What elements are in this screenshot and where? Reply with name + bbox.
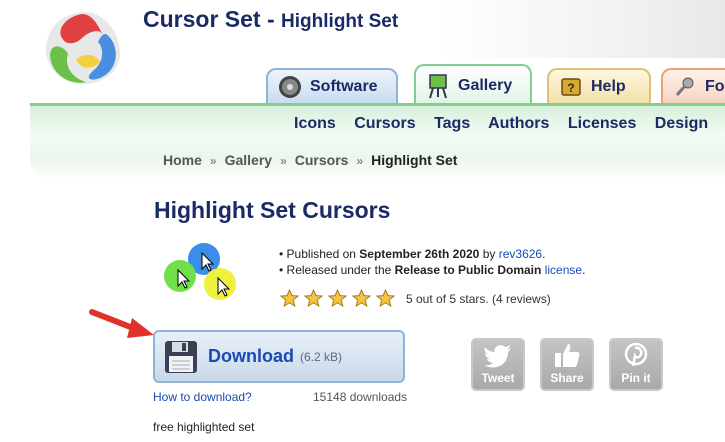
pinterest-icon bbox=[624, 342, 648, 367]
floppy-disk-icon bbox=[165, 340, 197, 373]
published-period: . bbox=[542, 247, 546, 261]
nav-link-licenses[interactable]: Licenses bbox=[568, 115, 636, 132]
breadcrumb-separator-icon: » bbox=[280, 154, 287, 168]
tab-help[interactable]: ? Help bbox=[547, 68, 651, 104]
share-label: Share bbox=[550, 371, 584, 385]
nav-links: Icons Cursors Tags Authors Licenses Desi… bbox=[294, 115, 722, 133]
page-title: Highlight Set Cursors bbox=[154, 197, 391, 223]
tab-help-label: Help bbox=[591, 78, 626, 95]
author-link[interactable]: rev3626 bbox=[499, 247, 542, 261]
star-icon[interactable] bbox=[328, 289, 347, 308]
breadcrumb-cursors[interactable]: Cursors bbox=[295, 152, 349, 168]
disc-icon bbox=[278, 75, 302, 99]
license-row: • Released under the Release to Public D… bbox=[279, 263, 586, 277]
published-row: • Published on September 26th 2020 by re… bbox=[279, 247, 546, 261]
tab-forum-label: For bbox=[705, 78, 725, 95]
site-title: Cursor Set - Highlight Set bbox=[143, 6, 398, 33]
license-period: . bbox=[582, 263, 586, 277]
breadcrumb-separator-icon: » bbox=[209, 154, 217, 168]
how-to-download-link[interactable]: How to download? bbox=[153, 390, 252, 404]
site-title-separator: - bbox=[266, 6, 275, 32]
site-title-sub: Highlight Set bbox=[281, 11, 399, 32]
tweet-label: Tweet bbox=[481, 371, 515, 385]
cursor-set-preview bbox=[164, 243, 236, 300]
breadcrumb: Home » Gallery » Cursors » Highlight Set bbox=[163, 152, 457, 168]
tab-gallery-label: Gallery bbox=[458, 77, 513, 94]
share-button[interactable]: Share bbox=[540, 338, 594, 391]
tab-software[interactable]: Software bbox=[266, 68, 398, 104]
description-text: free highlighted set bbox=[153, 420, 255, 434]
breadcrumb-gallery[interactable]: Gallery bbox=[225, 152, 272, 168]
star-icon[interactable] bbox=[304, 289, 323, 308]
microphone-icon bbox=[673, 75, 697, 99]
published-date: September 26th 2020 bbox=[359, 247, 480, 261]
star-icon[interactable] bbox=[280, 289, 299, 308]
nav-link-icons[interactable]: Icons bbox=[294, 115, 336, 132]
nav-link-cursors[interactable]: Cursors bbox=[354, 115, 415, 132]
tab-forum[interactable]: For bbox=[661, 68, 725, 104]
license-prefix: Released under the bbox=[286, 263, 392, 277]
nav-link-tags[interactable]: Tags bbox=[434, 115, 470, 132]
published-by: by bbox=[482, 247, 496, 261]
pin-it-label: Pin it bbox=[621, 371, 651, 385]
site-title-main: Cursor Set bbox=[143, 6, 261, 32]
thumbs-up-icon bbox=[555, 344, 580, 367]
app-logo-icon[interactable] bbox=[42, 8, 124, 86]
nav-link-design[interactable]: Design bbox=[655, 115, 708, 132]
license-link[interactable]: license bbox=[545, 263, 582, 277]
info-list: • Published on September 26th 2020 by re… bbox=[279, 246, 585, 278]
header-background bbox=[440, 0, 725, 58]
easel-icon bbox=[426, 74, 450, 99]
pin-it-button[interactable]: Pin it bbox=[609, 338, 663, 391]
download-label: Download bbox=[208, 346, 294, 366]
nav-link-authors[interactable]: Authors bbox=[488, 115, 549, 132]
help-book-icon: ? bbox=[559, 75, 583, 99]
star-icon[interactable] bbox=[376, 289, 395, 308]
rating: 5 out of 5 stars. (4 reviews) bbox=[280, 289, 551, 308]
breadcrumb-separator-icon: » bbox=[356, 154, 364, 168]
rating-text: 5 out of 5 stars. (4 reviews) bbox=[406, 291, 551, 306]
tab-gallery[interactable]: Gallery bbox=[414, 64, 532, 106]
downloads-count: 15148 downloads bbox=[313, 390, 408, 404]
published-prefix: Published on bbox=[286, 247, 356, 261]
download-size: (6.2 kB) bbox=[300, 349, 343, 364]
breadcrumb-current: Highlight Set bbox=[371, 152, 458, 168]
twitter-bird-icon bbox=[484, 345, 511, 368]
tweet-button[interactable]: Tweet bbox=[471, 338, 525, 391]
star-icon[interactable] bbox=[352, 289, 371, 308]
download-button[interactable]: Download (6.2 kB) bbox=[153, 330, 405, 383]
license-name: Release to Public Domain bbox=[394, 263, 542, 277]
tab-software-label: Software bbox=[310, 78, 378, 95]
svg-text:?: ? bbox=[567, 81, 574, 95]
red-arrow-icon bbox=[89, 309, 154, 338]
breadcrumb-home[interactable]: Home bbox=[163, 152, 202, 168]
